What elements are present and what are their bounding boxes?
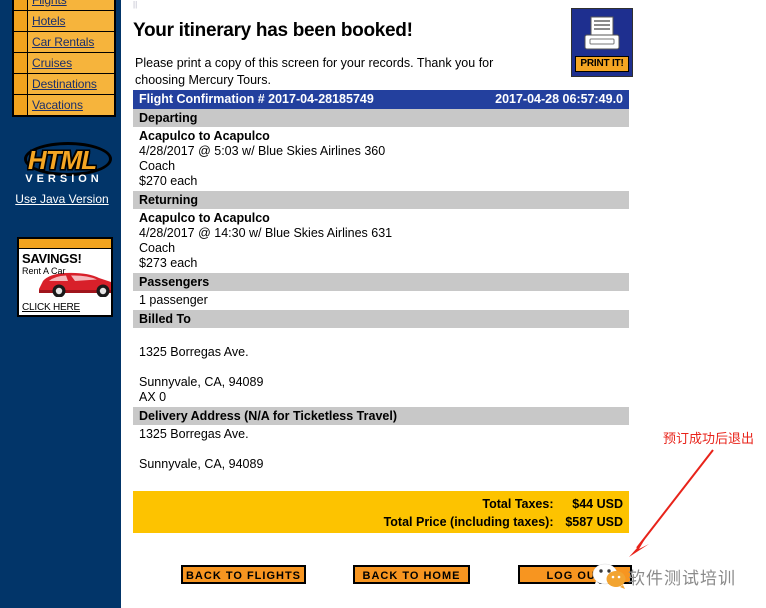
back-to-home-button[interactable]: BACK TO HOME bbox=[353, 565, 470, 584]
billed-to-details: 1325 Borregas Ave. Sunnyvale, CA, 94089 … bbox=[133, 328, 629, 407]
annotation-text: 预订成功后退出 bbox=[663, 432, 755, 447]
watermark-text: 软件测试培训 bbox=[628, 568, 736, 589]
wechat-icon bbox=[592, 563, 626, 589]
total-price-value: $587 USD bbox=[565, 515, 623, 529]
render-artifact: || bbox=[133, 0, 138, 9]
sidebar-item-label: Destinations bbox=[32, 77, 97, 91]
totals-box: Total Taxes: $44 USD Total Price (includ… bbox=[133, 491, 629, 533]
total-price-label: Total Price (including taxes): bbox=[383, 515, 554, 529]
back-to-flights-button[interactable]: BACK TO FLIGHTS bbox=[181, 565, 306, 584]
total-taxes-label: Total Taxes: bbox=[482, 497, 554, 511]
printer-icon bbox=[584, 16, 620, 50]
sidebar-item-destinations[interactable]: Destinations bbox=[14, 74, 114, 95]
passengers-details: 1 passenger bbox=[133, 291, 629, 310]
print-it-label: PRINT IT! bbox=[575, 56, 629, 72]
sidebar-item-car-rentals[interactable]: Car Rentals bbox=[14, 32, 114, 53]
logo-html-text: HTML bbox=[27, 145, 97, 175]
total-taxes-row: Total Taxes: $44 USD bbox=[133, 495, 623, 513]
ad-subtitle: Rent A Car bbox=[22, 266, 66, 276]
sidebar-item-label: Car Rentals bbox=[32, 35, 95, 49]
delivery-address-details: 1325 Borregas Ave. Sunnyvale, CA, 94089 bbox=[133, 425, 629, 474]
departing-price: $270 each bbox=[139, 174, 198, 188]
confirmation-number: Flight Confirmation # 2017-04-28185749 bbox=[139, 92, 374, 106]
nav-bullet-icon bbox=[14, 95, 28, 115]
itinerary-table: Flight Confirmation # 2017-04-28185749 2… bbox=[133, 90, 629, 474]
logo-version-text: VERSION bbox=[25, 173, 103, 185]
billed-to-name bbox=[139, 330, 623, 345]
total-price-row: Total Price (including taxes): $587 USD bbox=[133, 513, 623, 531]
print-it-button[interactable]: PRINT IT! bbox=[571, 8, 633, 77]
sidebar-item-vacations[interactable]: Vacations bbox=[14, 95, 114, 115]
returning-details: Acapulco to Acapulco 4/28/2017 @ 14:30 w… bbox=[133, 209, 629, 273]
main-content: || Your itinerary has been booked! Pleas… bbox=[121, 0, 766, 608]
confirmation-header: Flight Confirmation # 2017-04-28185749 2… bbox=[133, 90, 629, 109]
returning-route: Acapulco to Acapulco bbox=[139, 211, 270, 225]
savings-ad-banner[interactable]: SAVINGS! Rent A Car CLICK HERE bbox=[17, 237, 113, 317]
delivery-street: 1325 Borregas Ave. bbox=[139, 427, 249, 441]
departing-flight-detail: 4/28/2017 @ 5:03 w/ Blue Skies Airlines … bbox=[139, 144, 386, 158]
billed-to-city-state-zip: Sunnyvale, CA, 94089 bbox=[139, 375, 264, 389]
returning-cabin: Coach bbox=[139, 241, 176, 255]
use-java-version-link[interactable]: Use Java Version bbox=[10, 192, 114, 206]
section-heading-billed-to: Billed To bbox=[133, 310, 629, 328]
sidebar-item-cruises[interactable]: Cruises bbox=[14, 53, 114, 74]
passenger-count: 1 passenger bbox=[139, 293, 208, 307]
nav-bullet-icon bbox=[14, 11, 28, 31]
billed-to-line2 bbox=[139, 360, 623, 375]
sidebar-item-label: Flights bbox=[32, 0, 67, 7]
nav-bullet-icon bbox=[14, 74, 28, 94]
section-heading-delivery-address: Delivery Address (N/A for Ticketless Tra… bbox=[133, 407, 629, 425]
billed-to-street: 1325 Borregas Ave. bbox=[139, 345, 249, 359]
sidebar-item-hotels[interactable]: Hotels bbox=[14, 11, 114, 32]
billed-to-card: AX 0 bbox=[139, 390, 167, 404]
departing-route: Acapulco to Acapulco bbox=[139, 129, 270, 143]
sidebar-item-label: Cruises bbox=[32, 56, 72, 70]
section-heading-passengers: Passengers bbox=[133, 273, 629, 291]
print-instructions-text: Please print a copy of this screen for y… bbox=[135, 55, 494, 87]
nav-bullet-icon bbox=[14, 32, 28, 52]
page-title: Your itinerary has been booked! bbox=[133, 19, 413, 41]
ad-body: SAVINGS! Rent A Car CLICK HERE bbox=[19, 249, 111, 314]
returning-flight-detail: 4/28/2017 @ 14:30 w/ Blue Skies Airlines… bbox=[139, 226, 393, 240]
nav-bullet-icon bbox=[14, 53, 28, 73]
ad-title: SAVINGS! bbox=[22, 251, 82, 266]
delivery-line2 bbox=[139, 442, 623, 457]
ad-click-here-link[interactable]: CLICK HERE bbox=[22, 302, 80, 313]
sidebar-nav: Flights Hotels Car Rentals Cruises Desti… bbox=[12, 0, 116, 117]
confirmation-timestamp: 2017-04-28 06:57:49.0 bbox=[495, 92, 623, 106]
departing-cabin: Coach bbox=[139, 159, 176, 173]
section-heading-departing: Departing bbox=[133, 109, 629, 127]
ad-top-bar bbox=[19, 239, 111, 249]
section-heading-returning: Returning bbox=[133, 191, 629, 209]
sidebar-item-label: Vacations bbox=[32, 98, 83, 112]
wechat-watermark: 软件测试培训 bbox=[592, 562, 736, 590]
sidebar: Flights Hotels Car Rentals Cruises Desti… bbox=[0, 0, 121, 608]
sidebar-item-label: Hotels bbox=[32, 14, 66, 28]
html-version-logo: HTML VERSION Use Java Version bbox=[10, 142, 114, 206]
departing-details: Acapulco to Acapulco 4/28/2017 @ 5:03 w/… bbox=[133, 127, 629, 191]
delivery-city-state-zip: Sunnyvale, CA, 94089 bbox=[139, 457, 264, 471]
returning-price: $273 each bbox=[139, 256, 198, 270]
nav-bullet-icon bbox=[14, 0, 28, 10]
sidebar-item-flights[interactable]: Flights bbox=[14, 0, 114, 11]
total-taxes-value: $44 USD bbox=[572, 497, 623, 511]
